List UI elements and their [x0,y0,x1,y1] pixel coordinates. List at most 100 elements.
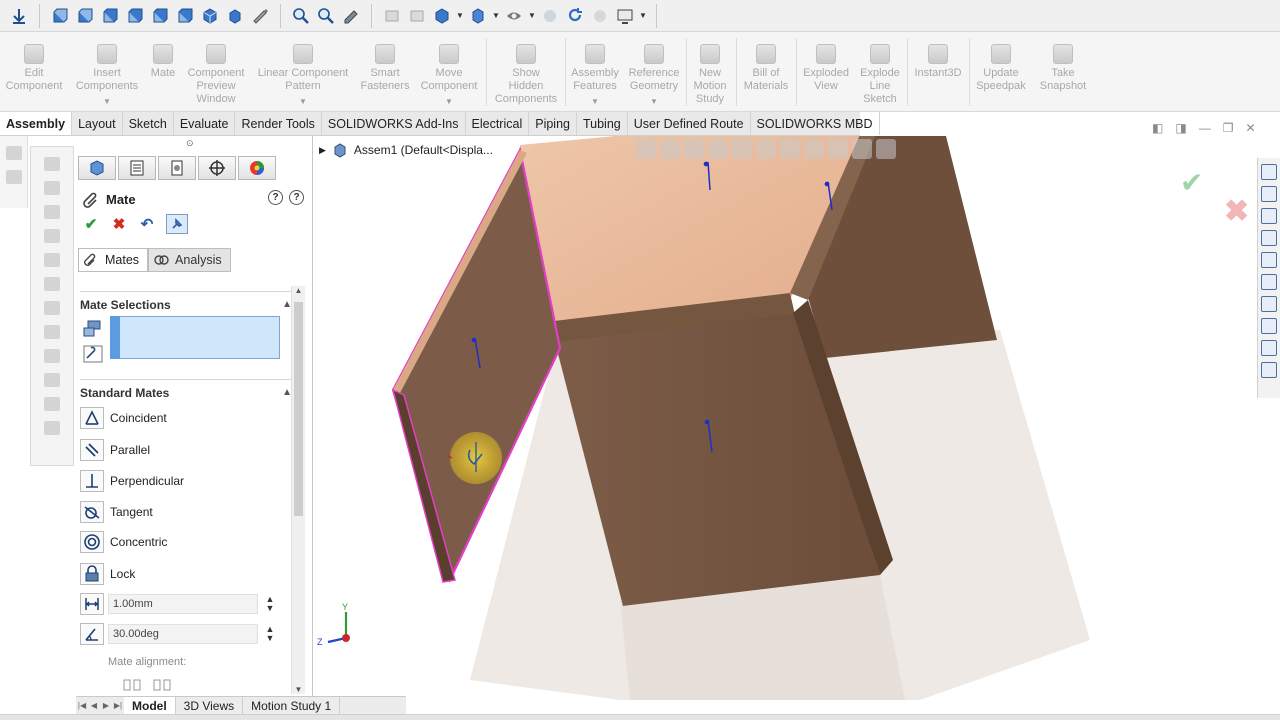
tangent-mate-button[interactable]: Tangent [80,500,153,524]
design-library-icon[interactable] [1261,208,1277,224]
tab-render-tools[interactable]: Render Tools [235,112,322,135]
section-icon[interactable] [381,5,403,27]
concentric-mate-button[interactable]: Concentric [80,530,167,554]
tab-3d-views[interactable]: 3D Views [176,697,244,714]
resources-icon[interactable] [1261,186,1277,202]
graphics-area[interactable] [313,136,1280,714]
angle-stepper[interactable]: ▲ ▼ [262,624,278,644]
normal-to-icon[interactable] [224,5,246,27]
view-back-icon[interactable] [74,5,96,27]
explode-line-sketch-button[interactable]: Explode Line Sketch [856,36,904,106]
display-style-icon[interactable] [467,5,489,27]
angle-icon[interactable] [80,623,104,645]
zoom-to-area-icon[interactable] [315,5,337,27]
aligned-icon[interactable] [122,676,142,694]
toolbar-tool-icon[interactable] [44,229,60,243]
previous-view-icon[interactable] [684,139,704,159]
anti-aligned-icon[interactable] [152,676,172,694]
toolbar-tool-icon[interactable] [44,421,60,435]
parallel-mate-button[interactable]: Parallel [80,438,150,462]
show-hidden-components-button[interactable]: Show Hidden Components [490,36,562,106]
new-motion-study-button[interactable]: New Motion Study [688,36,732,106]
zoom-to-fit-icon[interactable] [290,5,312,27]
feature-tree-flyout[interactable]: ▶ Assem1 (Default<Displa... [319,142,493,158]
display-manager-tab[interactable] [238,156,276,180]
component-preview-button[interactable]: Component Preview Window [184,36,248,106]
tab-solidworks-add-ins[interactable]: SOLIDWORKS Add-Ins [322,112,466,135]
distance-icon[interactable] [80,593,104,615]
smart-fasteners-button[interactable]: Smart Fasteners [356,36,414,93]
previous-view-icon[interactable] [340,5,362,27]
reference-geometry-button[interactable]: Reference Geometry ▼ [624,36,684,108]
view-left-icon[interactable] [99,5,121,27]
update-speedpak-button[interactable]: Update Speedpak [972,36,1030,93]
tab-layout[interactable]: Layout [72,112,123,135]
toolbox-icon[interactable] [1261,318,1277,334]
distance-stepper[interactable]: ▲ ▼ [262,594,278,614]
panel-grip-icon[interactable]: ⊙ [186,138,194,149]
rebuild-arrow-icon[interactable] [8,5,30,27]
toolbar-tool-icon[interactable] [44,373,60,387]
mate-ribbon-button[interactable]: Mate [146,36,180,80]
tab-sketch[interactable]: Sketch [123,112,174,135]
property-manager-tab[interactable] [118,156,156,180]
panel-scrollbar[interactable]: ▲ ▼ [291,286,305,694]
perpendicular-mate-button[interactable]: Perpendicular [80,469,184,493]
undo-icon[interactable]: ↶ [138,215,156,233]
instant3d-button[interactable]: Instant3D [910,36,966,80]
monitor-icon[interactable] [614,5,636,27]
chevron-down-icon[interactable]: ▼ [639,5,647,27]
move-component-button[interactable]: Move Component ▼ [416,36,482,108]
mate-selections-header[interactable]: Mate Selections ▲ [80,291,292,313]
view-right-icon[interactable] [124,5,146,27]
tab-evaluate[interactable]: Evaluate [174,112,236,135]
mate-selections-listbox[interactable] [110,316,280,359]
ok-check-icon[interactable]: ✔ [82,215,100,233]
sketch-tool-icon[interactable] [5,146,22,160]
scroll-up-icon[interactable]: ▲ [292,286,305,295]
toolbar-3d-icon[interactable] [44,157,60,171]
view-orientation-icon[interactable] [431,5,453,27]
bill-of-materials-button[interactable]: Bill of Materials [738,36,794,93]
next-tab-icon[interactable]: ▶ [100,697,112,714]
apply-scene-icon[interactable] [564,5,586,27]
toolbar-tool-icon[interactable] [44,253,60,267]
home-icon[interactable] [1261,164,1277,180]
chevron-down-icon[interactable]: ▼ [72,95,142,108]
tab-model[interactable]: Model [124,697,176,714]
view-orientation-icon[interactable] [732,139,752,159]
view-settings-icon[interactable] [852,139,872,159]
section-view-icon[interactable] [249,5,271,27]
confirm-corner-cancel-icon[interactable]: ✖ [1224,194,1249,229]
sketch-tool-icon[interactable] [5,170,22,184]
view-bottom-icon[interactable] [174,5,196,27]
isometric-view-icon[interactable] [199,5,221,27]
custom-properties-icon[interactable] [1261,274,1277,290]
confirm-corner-ok-icon[interactable]: ✔ [1180,166,1203,199]
tab-mates[interactable]: Mates [78,248,149,272]
chevron-down-icon[interactable]: ▼ [416,95,482,108]
view-palette-icon[interactable] [1261,340,1277,356]
help-icon[interactable]: ? [289,190,304,205]
cancel-x-icon[interactable]: ✖ [110,215,128,233]
chevron-down-icon[interactable]: ▼ [492,5,500,27]
chevron-down-icon[interactable]: ▼ [624,95,684,108]
configuration-manager-tab[interactable] [158,156,196,180]
dimxpert-manager-tab[interactable] [198,156,236,180]
minimize-icon[interactable]: — [1199,121,1211,135]
section-view-icon[interactable] [708,139,728,159]
restore-left-icon[interactable]: ◧ [1152,121,1163,135]
toolbar-tool-icon[interactable] [44,277,60,291]
toolbar-tool-icon[interactable] [44,397,60,411]
edit-component-button[interactable]: Edit Component [2,36,66,93]
tab-user-defined-route[interactable]: User Defined Route [628,112,751,135]
linear-pattern-button[interactable]: Linear Component Pattern ▼ [254,36,352,108]
first-tab-icon[interactable]: |◀ [76,697,88,714]
lock-mate-button[interactable]: Lock [80,562,135,586]
exploded-view-button[interactable]: Exploded View [798,36,854,93]
zoom-to-area-icon[interactable] [660,139,680,159]
expand-arrow-icon[interactable]: ▶ [319,145,326,156]
standard-mates-header[interactable]: Standard Mates ▲ [80,379,292,401]
tab-electrical[interactable]: Electrical [466,112,530,135]
edit-appearance-icon[interactable] [539,5,561,27]
